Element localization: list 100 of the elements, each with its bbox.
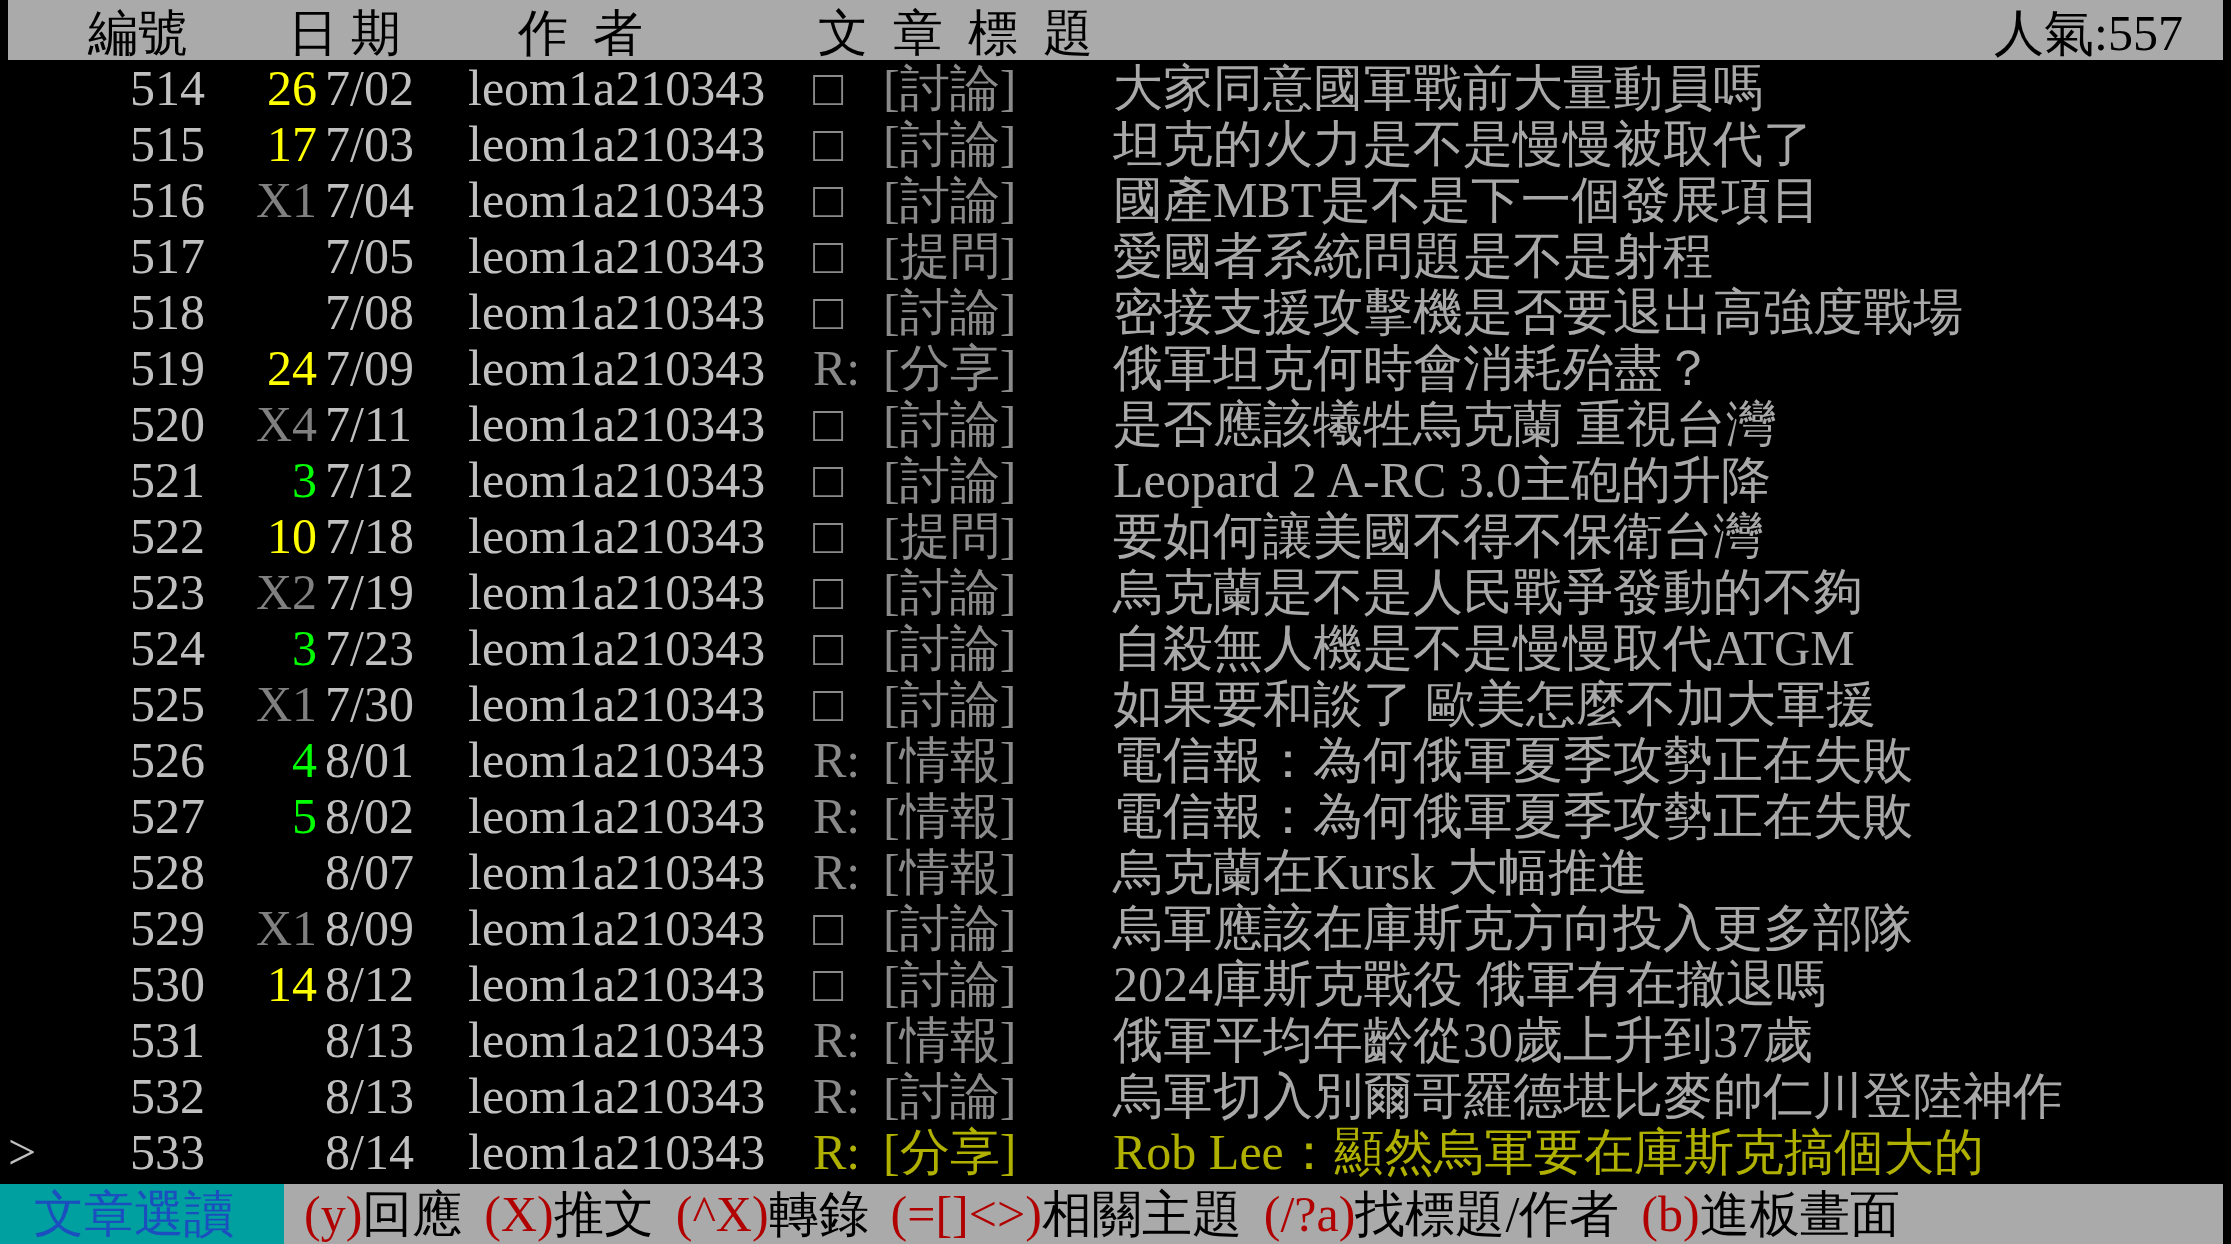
- post-author: leom1a210343: [468, 1124, 767, 1180]
- post-date: 8/12: [325, 956, 415, 1012]
- post-date: 8/13: [325, 1068, 415, 1124]
- push-count: X4: [254, 396, 318, 452]
- post-author: leom1a210343: [468, 676, 767, 732]
- post-category: [分享]: [883, 340, 1018, 396]
- post-author: leom1a210343: [468, 60, 767, 116]
- post-author: leom1a210343: [468, 284, 767, 340]
- post-title[interactable]: 俄軍平均年齡從30歲上升到37歲: [1083, 1012, 2231, 1068]
- post-title[interactable]: Rob Lee：顯然烏軍要在庫斯克搞個大的: [1083, 1124, 2231, 1180]
- post-category: [討論]: [883, 172, 1018, 228]
- post-author: leom1a210343: [468, 900, 767, 956]
- reply-mark: □: [813, 900, 845, 956]
- reply-mark: R:: [813, 1068, 862, 1124]
- mode-label: 文章選讀: [0, 1184, 284, 1244]
- post-number: 532: [129, 1068, 205, 1124]
- post-title[interactable]: 2024庫斯克戰役 俄軍有在撤退嗎: [1083, 956, 2231, 1012]
- cursor: >: [7, 1124, 38, 1180]
- post-title[interactable]: 烏克蘭是不是人民戰爭發動的不夠: [1083, 564, 2231, 620]
- reply-mark: □: [813, 508, 845, 564]
- post-category: [情報]: [883, 1012, 1018, 1068]
- push-count: X1: [254, 676, 318, 732]
- reply-mark: □: [813, 172, 845, 228]
- push-count: 3: [291, 620, 318, 676]
- post-date: 8/14: [325, 1124, 415, 1180]
- post-title[interactable]: 坦克的火力是不是慢慢被取代了: [1083, 116, 2231, 172]
- push-count: 17: [266, 116, 318, 172]
- reply-mark: □: [813, 396, 845, 452]
- post-category: [討論]: [883, 452, 1018, 508]
- push-count: 5: [291, 788, 318, 844]
- post-author: leom1a210343: [468, 732, 767, 788]
- post-number: 522: [129, 508, 205, 564]
- post-category: [討論]: [883, 676, 1018, 732]
- post-number: 527: [129, 788, 205, 844]
- reply-mark: □: [813, 956, 845, 1012]
- post-date: 7/08: [325, 284, 415, 340]
- push-count: X1: [254, 172, 318, 228]
- post-date: 7/02: [325, 60, 415, 116]
- post-number: 524: [129, 620, 205, 676]
- post-title[interactable]: 烏軍切入別爾哥羅德堪比麥帥仁川登陸神作: [1083, 1068, 2231, 1124]
- post-title[interactable]: 烏軍應該在庫斯克方向投入更多部隊: [1083, 900, 2231, 956]
- post-title[interactable]: 要如何讓美國不得不保衛台灣: [1083, 508, 2231, 564]
- command-hint: (^X)轉錄: [675, 1184, 869, 1244]
- post-category: [討論]: [883, 396, 1018, 452]
- post-category: [情報]: [883, 844, 1018, 900]
- post-date: 7/03: [325, 116, 415, 172]
- reply-mark: R:: [813, 1124, 862, 1180]
- post-date: 8/13: [325, 1012, 415, 1068]
- column-heading: 作 者: [518, 4, 644, 63]
- post-title[interactable]: 國產MBT是不是下一個發展項目: [1083, 172, 2231, 228]
- post-number: 531: [129, 1012, 205, 1068]
- post-title[interactable]: 是否應該犧牲烏克蘭 重視台灣: [1083, 396, 2231, 452]
- reply-mark: □: [813, 60, 845, 116]
- post-author: leom1a210343: [468, 452, 767, 508]
- post-category: [討論]: [883, 564, 1018, 620]
- post-number: 518: [129, 284, 205, 340]
- post-category: [情報]: [883, 788, 1018, 844]
- post-title[interactable]: Leopard 2 A-RC 3.0主砲的升降: [1083, 452, 2231, 508]
- post-date: 7/09: [325, 340, 415, 396]
- post-title[interactable]: 自殺無人機是不是慢慢取代ATGM: [1083, 620, 2231, 676]
- post-title[interactable]: 大家同意國軍戰前大量動員嗎: [1083, 60, 2231, 116]
- post-number: 529: [129, 900, 205, 956]
- post-author: leom1a210343: [468, 788, 767, 844]
- post-date: 7/18: [325, 508, 415, 564]
- post-author: leom1a210343: [468, 116, 767, 172]
- post-title[interactable]: 如果要和談了 歐美怎麼不加大軍援: [1083, 676, 2231, 732]
- reply-mark: □: [813, 564, 845, 620]
- column-heading: 編號: [88, 4, 189, 63]
- push-count: 3: [291, 452, 318, 508]
- reply-mark: □: [813, 284, 845, 340]
- post-date: 8/01: [325, 732, 415, 788]
- push-count: 10: [266, 508, 318, 564]
- post-title[interactable]: 電信報：為何俄軍夏季攻勢正在失敗: [1083, 732, 2231, 788]
- post-title[interactable]: 密接支援攻擊機是否要退出高強度戰場: [1083, 284, 2231, 340]
- post-category: [分享]: [883, 1124, 1018, 1180]
- push-count: X2: [254, 564, 318, 620]
- reply-mark: R:: [813, 844, 862, 900]
- post-category: [提問]: [883, 228, 1018, 284]
- post-category: [討論]: [883, 620, 1018, 676]
- reply-mark: R:: [813, 732, 862, 788]
- post-date: 7/19: [325, 564, 415, 620]
- post-date: 8/09: [325, 900, 415, 956]
- reply-mark: R:: [813, 788, 862, 844]
- push-count: 14: [266, 956, 318, 1012]
- post-category: [討論]: [883, 900, 1018, 956]
- post-title[interactable]: 愛國者系統問題是不是射程: [1083, 228, 2231, 284]
- post-number: 515: [129, 116, 205, 172]
- post-title[interactable]: 電信報：為何俄軍夏季攻勢正在失敗: [1083, 788, 2231, 844]
- post-number: 520: [129, 396, 205, 452]
- post-date: 8/02: [325, 788, 415, 844]
- post-title[interactable]: 俄軍坦克何時會消耗殆盡？: [1083, 340, 2231, 396]
- reply-mark: R:: [813, 1012, 862, 1068]
- push-count: 26: [266, 60, 318, 116]
- post-date: 7/30: [325, 676, 415, 732]
- reply-mark: □: [813, 116, 845, 172]
- push-count: 4: [291, 732, 318, 788]
- post-author: leom1a210343: [468, 564, 767, 620]
- post-title[interactable]: 烏克蘭在Kursk 大幅推進: [1083, 844, 2231, 900]
- post-category: [討論]: [883, 1068, 1018, 1124]
- post-author: leom1a210343: [468, 396, 767, 452]
